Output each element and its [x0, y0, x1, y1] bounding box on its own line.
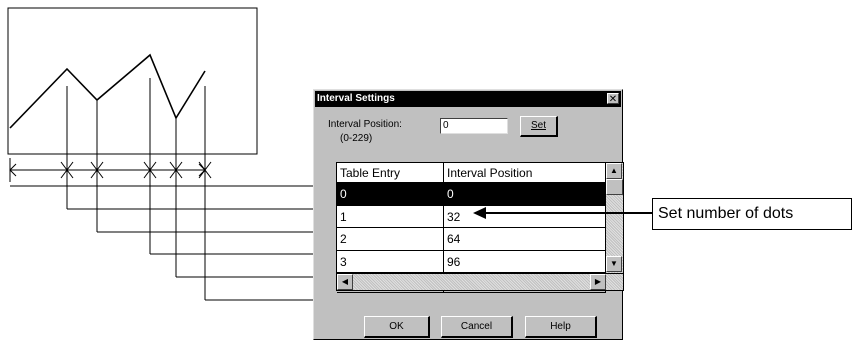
set-number-of-dots-callout: Set number of dots: [652, 198, 852, 230]
arrow-left-icon: [473, 207, 654, 219]
interval-scale: [9, 158, 212, 182]
waveform-frame: [7, 7, 258, 155]
scroll-right-button[interactable]: ▶: [590, 274, 606, 290]
interval-table[interactable]: Table Entry Interval Position 0 0 1 32 2 64 3 9…: [336, 162, 624, 293]
table-row-position[interactable]: 0: [444, 183, 606, 206]
cancel-button[interactable]: Cancel: [441, 316, 513, 338]
table-row-entry[interactable]: 0: [337, 183, 444, 206]
leader-lines: [10, 185, 336, 301]
range-hint: (0-229): [340, 133, 373, 144]
column-header-table-entry[interactable]: Table Entry: [337, 163, 444, 183]
scroll-up-button[interactable]: ▲: [606, 163, 622, 179]
column-header-interval-position[interactable]: Interval Position: [444, 163, 606, 183]
dialog-title-bar: Interval Settings ✕: [315, 91, 621, 107]
interval-position-label: Interval Position:: [328, 119, 402, 130]
table-row-position[interactable]: 96: [444, 250, 606, 273]
ok-button[interactable]: OK: [364, 316, 430, 338]
scroll-left-button[interactable]: ◀: [337, 274, 353, 290]
close-button[interactable]: ✕: [607, 93, 619, 105]
table-row-entry[interactable]: 1: [337, 205, 444, 228]
dialog-title: Interval Settings: [317, 93, 395, 104]
set-button[interactable]: Set: [520, 116, 558, 137]
scroll-down-button[interactable]: ▼: [606, 256, 622, 272]
close-icon: ✕: [608, 94, 618, 105]
table-row-position[interactable]: 64: [444, 228, 606, 251]
table-row-entry[interactable]: 3: [337, 250, 444, 273]
interval-position-input[interactable]: 0: [440, 118, 508, 134]
horizontal-scrollbar[interactable]: ◀ ▶: [337, 273, 623, 290]
scroll-thumb[interactable]: [606, 179, 623, 195]
help-button[interactable]: Help: [525, 316, 597, 338]
table-row-entry[interactable]: 2: [337, 228, 444, 251]
